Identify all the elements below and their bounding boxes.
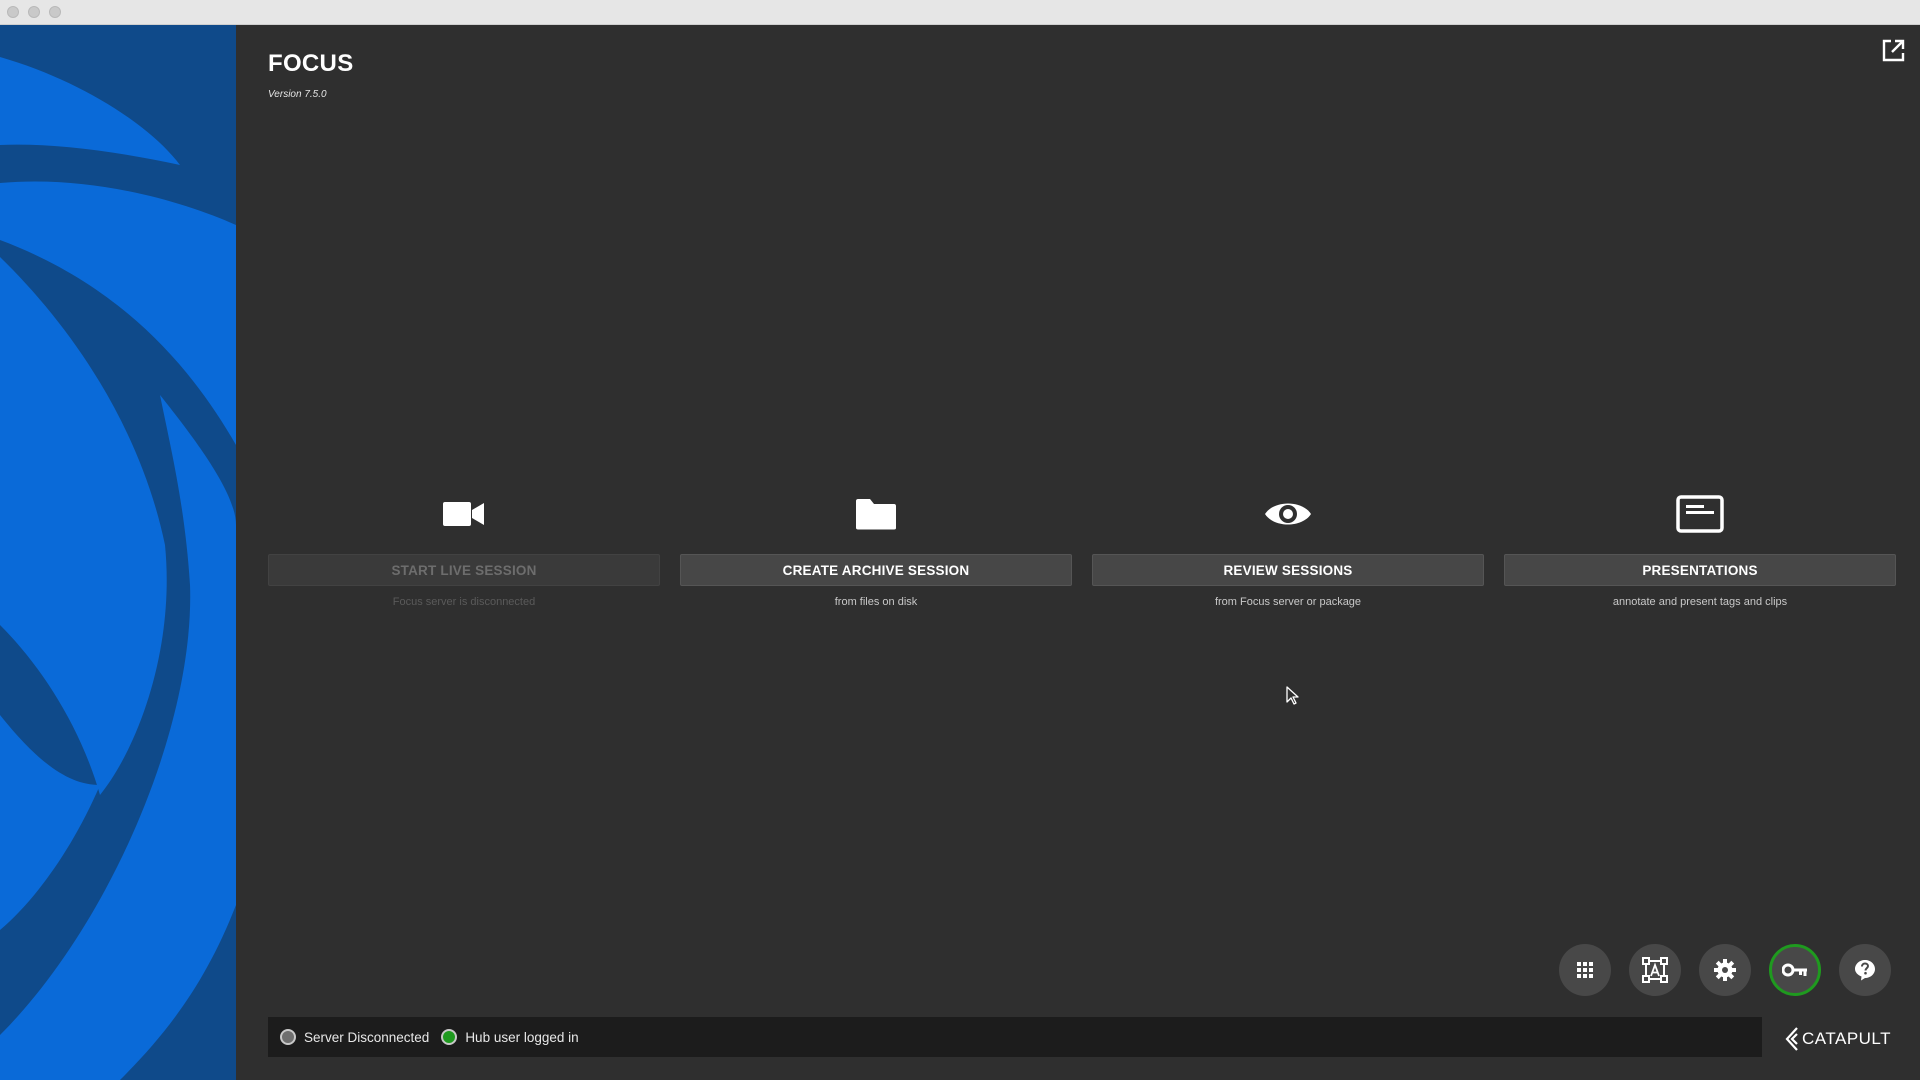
start-live-session-card: START LIVE SESSION Focus server is disco…	[268, 484, 660, 608]
gear-icon	[1714, 959, 1736, 981]
review-sessions-card: REVIEW SESSIONS from Focus server or pac…	[1092, 484, 1484, 608]
open-in-new-window-icon[interactable]	[1880, 38, 1906, 64]
apps-grid-icon	[1577, 962, 1593, 978]
eye-icon	[1092, 484, 1484, 544]
text-frame-icon	[1642, 957, 1668, 983]
key-icon	[1782, 963, 1807, 977]
presentations-button[interactable]: PRESENTATIONS	[1504, 554, 1896, 586]
create-archive-session-subtitle: from files on disk	[834, 596, 918, 608]
app-version: Version 7.5.0	[268, 89, 327, 100]
server-status: Server Disconnected	[280, 1029, 429, 1045]
create-archive-session-card: CREATE ARCHIVE SESSION from files on dis…	[680, 484, 1072, 608]
server-status-indicator-icon	[280, 1029, 296, 1045]
server-status-text: Server Disconnected	[304, 1029, 430, 1045]
hub-status: Hub user logged in	[441, 1029, 579, 1045]
brand-swirl-graphic	[0, 25, 236, 1080]
review-sessions-button[interactable]: REVIEW SESSIONS	[1092, 554, 1484, 586]
settings-button[interactable]	[1699, 944, 1751, 996]
minimize-window-button[interactable]	[28, 6, 40, 18]
mouse-cursor-icon	[1286, 686, 1299, 705]
start-live-session-button[interactable]: START LIVE SESSION	[268, 554, 660, 586]
text-frame-button[interactable]	[1629, 944, 1681, 996]
create-archive-session-button[interactable]: CREATE ARCHIVE SESSION	[680, 554, 1072, 586]
zoom-window-button[interactable]	[49, 6, 61, 18]
status-bar: Server Disconnected Hub user logged in	[268, 1017, 1762, 1057]
close-window-button[interactable]	[7, 6, 19, 18]
hub-status-text: Hub user logged in	[465, 1029, 579, 1045]
app-window: FOCUS Version 7.5.0 START LIVE SESSION F…	[0, 0, 1920, 1080]
review-sessions-subtitle: from Focus server or package	[1214, 596, 1362, 608]
license-key-button[interactable]	[1769, 944, 1821, 996]
title-bar	[0, 0, 1920, 25]
brand-sidebar	[0, 25, 236, 1080]
video-camera-icon	[268, 484, 660, 544]
brand-name: CATAPULT	[1802, 1029, 1892, 1048]
folder-icon	[680, 484, 1072, 544]
apps-grid-button[interactable]	[1559, 944, 1611, 996]
presentations-subtitle: annotate and present tags and clips	[1612, 596, 1788, 608]
catapult-mark-icon	[1785, 1027, 1798, 1051]
hub-status-indicator-icon	[441, 1029, 458, 1045]
presentations-card: PRESENTATIONS annotate and present tags …	[1504, 484, 1896, 608]
help-button[interactable]	[1839, 944, 1891, 996]
presentation-icon	[1504, 484, 1896, 544]
start-live-session-subtitle: Focus server is disconnected	[392, 596, 536, 608]
catapult-logo: CATAPULT	[1784, 1025, 1891, 1053]
app-title: FOCUS	[268, 50, 354, 77]
help-icon	[1855, 960, 1875, 981]
main-panel: FOCUS Version 7.5.0 START LIVE SESSION F…	[236, 25, 1920, 1080]
